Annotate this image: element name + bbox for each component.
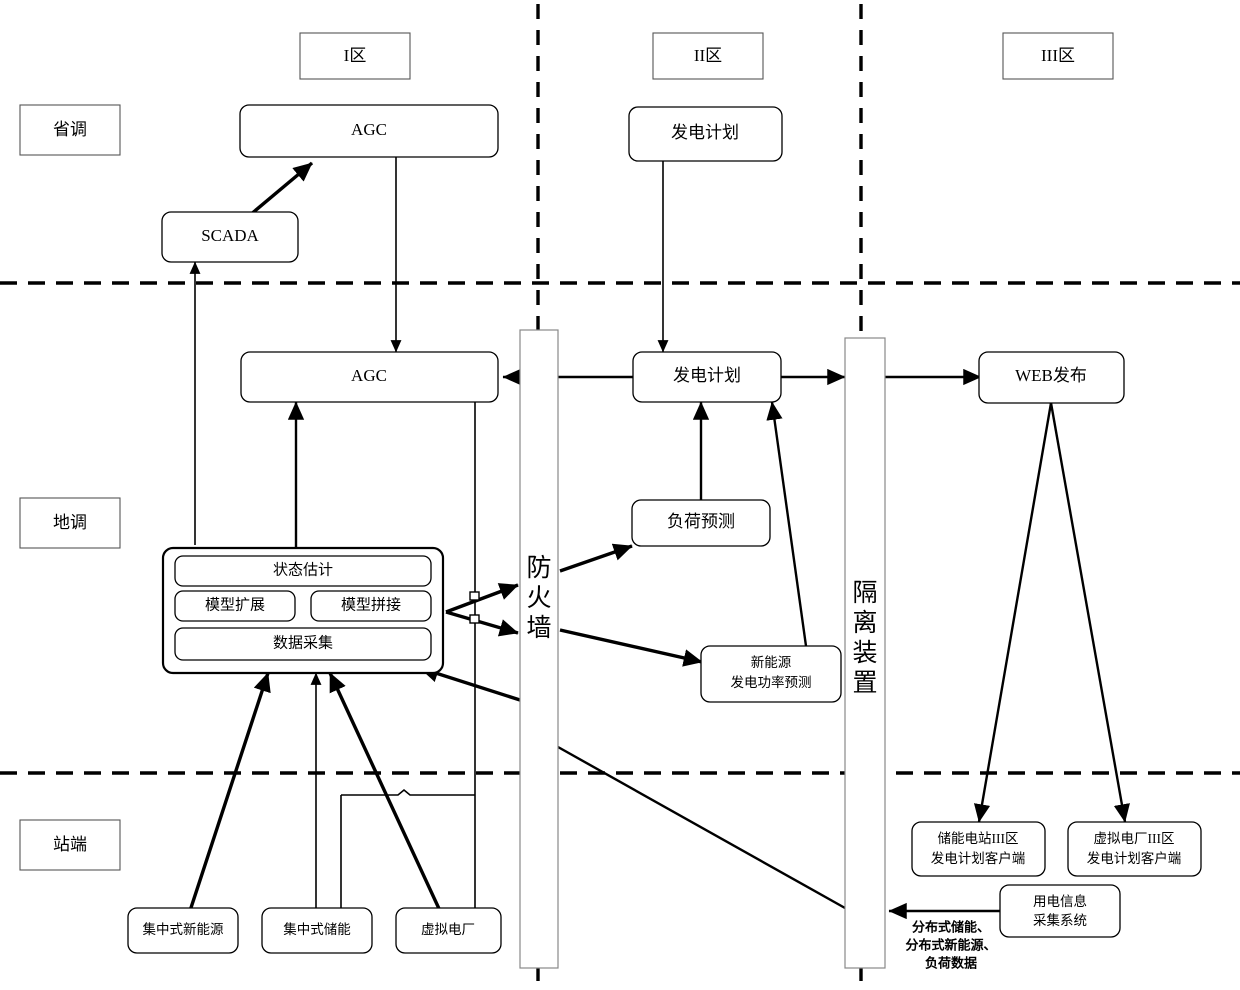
zone-header-1: I区 xyxy=(299,32,411,80)
edge-new-energy-forecast-to-gen-plan xyxy=(766,401,808,647)
node-data-acquisition[interactable]: 数据采集 xyxy=(174,627,432,661)
node-agc-city-label: AGC xyxy=(351,366,387,385)
node-state-estimation-label: 状态估计 xyxy=(273,561,333,578)
node-web-publish[interactable]: WEB发布 xyxy=(978,351,1125,404)
node-new-energy-forecast[interactable]: 新能源 发电功率预测 xyxy=(700,645,842,703)
node-storage-station-client-line1: 储能电站III区 xyxy=(938,831,1019,846)
edge-firewall-to-load-forecast xyxy=(559,543,633,573)
tier-label-station-text: 站端 xyxy=(53,835,87,854)
node-storage-station-client[interactable]: 储能电站III区 发电计划客户端 xyxy=(911,821,1046,877)
node-vpp-client-line2: 发电计划客户端 xyxy=(1087,850,1182,866)
edge-web-to-storage-client xyxy=(973,402,1053,823)
node-power-info-collection-line1: 用电信息 xyxy=(1033,893,1087,909)
edge-new-energy-to-data-acq xyxy=(183,672,271,927)
node-virtual-power-plant-label: 虚拟电厂 xyxy=(421,922,475,937)
node-model-splicing-label: 模型拼接 xyxy=(341,596,401,613)
tier-label-station: 站端 xyxy=(19,819,121,871)
node-centralized-new-energy[interactable]: 集中式新能源 xyxy=(127,907,239,954)
edge-scada-to-agc-province xyxy=(248,161,314,217)
zone-header-2-label: II区 xyxy=(694,46,722,65)
node-power-info-collection[interactable]: 用电信息 采集系统 xyxy=(999,884,1121,938)
diagram-canvas: 防火墙 隔离装置 I区 II区 III区 省调 地调 站端 AGC SCADA … xyxy=(0,4,1240,986)
node-centralized-storage-label: 集中式储能 xyxy=(283,922,351,937)
edge-firewall-to-new-energy-forecast xyxy=(559,628,703,667)
node-load-forecast-label: 负荷预测 xyxy=(667,512,735,531)
edge-web-to-vpp-client xyxy=(1049,402,1130,823)
edge-vpp-to-data-acq xyxy=(328,672,449,927)
tier-label-city-text: 地调 xyxy=(53,513,87,532)
node-state-estimation[interactable]: 状态估计 xyxy=(174,555,432,587)
edge-model-to-firewall-lower xyxy=(445,610,519,637)
state-estimation-group: 状态估计 模型扩展 模型拼接 数据采集 xyxy=(161,546,445,675)
node-scada-label: SCADA xyxy=(201,226,259,245)
edge-model-to-firewall-upper xyxy=(445,583,519,614)
zone-header-3-label: III区 xyxy=(1041,46,1075,65)
line-jump-lower xyxy=(469,614,480,624)
edge-bracket-jog xyxy=(341,788,475,796)
node-web-publish-label: WEB发布 xyxy=(1015,366,1087,385)
node-model-splicing[interactable]: 模型拼接 xyxy=(310,590,432,622)
node-centralized-storage[interactable]: 集中式储能 xyxy=(261,907,373,954)
node-new-energy-forecast-line2: 发电功率预测 xyxy=(731,674,812,690)
node-gen-plan-city-label: 发电计划 xyxy=(673,366,741,385)
tier-label-province-text: 省调 xyxy=(53,120,87,139)
node-vpp-client-line1: 虚拟电厂III区 xyxy=(1094,831,1175,846)
tier-label-province: 省调 xyxy=(19,104,121,156)
node-gen-plan-province[interactable]: 发电计划 xyxy=(628,106,783,162)
edge-label-distributed-data: 分布式储能、 分布式新能源、 负荷数据 xyxy=(905,919,996,970)
node-load-forecast[interactable]: 负荷预测 xyxy=(631,499,771,547)
node-centralized-new-energy-label: 集中式新能源 xyxy=(143,922,224,937)
node-power-info-collection-line2: 采集系统 xyxy=(1033,913,1087,928)
edge-label-distributed-line1: 分布式储能、 xyxy=(912,919,990,934)
edge-firewall-to-isolation-bottom xyxy=(557,745,846,910)
line-jump-upper xyxy=(469,591,480,601)
node-data-acquisition-label: 数据采集 xyxy=(273,634,333,651)
node-virtual-power-plant[interactable]: 虚拟电厂 xyxy=(395,907,502,954)
node-gen-plan-city[interactable]: 发电计划 xyxy=(632,351,782,403)
node-model-extension-label: 模型扩展 xyxy=(205,596,265,613)
zone-header-1-label: I区 xyxy=(344,46,367,65)
node-model-extension[interactable]: 模型扩展 xyxy=(174,590,296,622)
node-new-energy-forecast-line1: 新能源 xyxy=(751,655,792,670)
node-gen-plan-province-label: 发电计划 xyxy=(671,123,739,142)
firewall-label: 防火墙 xyxy=(526,554,551,642)
node-agc-province[interactable]: AGC xyxy=(239,104,499,158)
node-vpp-client[interactable]: 虚拟电厂III区 发电计划客户端 xyxy=(1067,821,1202,877)
firewall-bar: 防火墙 xyxy=(519,329,559,969)
architecture-diagram: 防火墙 隔离装置 I区 II区 III区 省调 地调 站端 AGC SCADA … xyxy=(0,0,1240,990)
edge-label-distributed-line2: 分布式新能源、 xyxy=(905,937,996,952)
node-scada[interactable]: SCADA xyxy=(161,211,299,263)
node-agc-city[interactable]: AGC xyxy=(240,351,499,403)
node-agc-province-label: AGC xyxy=(351,120,387,139)
tier-label-city: 地调 xyxy=(19,497,121,549)
isolation-device-bar: 隔离装置 xyxy=(844,337,886,969)
node-storage-station-client-line2: 发电计划客户端 xyxy=(931,850,1026,866)
zone-header-3: III区 xyxy=(1002,32,1114,80)
zone-header-2: II区 xyxy=(652,32,764,80)
edge-label-distributed-line3: 负荷数据 xyxy=(925,955,977,970)
